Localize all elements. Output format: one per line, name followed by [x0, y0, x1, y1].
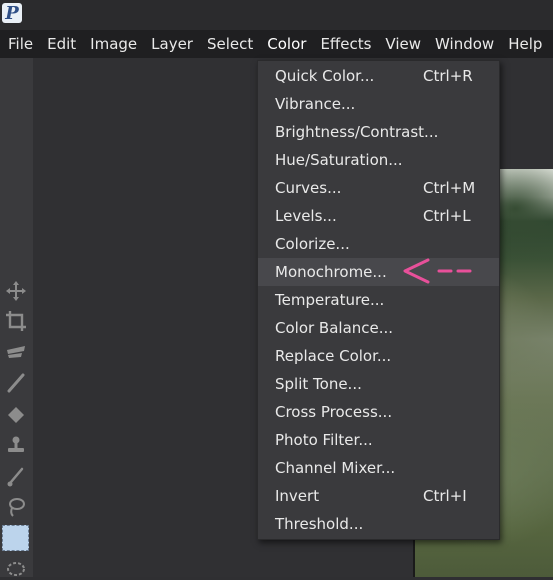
menu-color[interactable]: Color — [260, 30, 313, 58]
menu-item-levels[interactable]: Levels... Ctrl+L — [258, 202, 499, 230]
menu-item-label: Replace Color... — [275, 347, 392, 365]
menu-select[interactable]: Select — [200, 30, 260, 58]
menu-item-label: Quick Color... — [275, 67, 375, 85]
menu-item-shortcut: Ctrl+I — [423, 487, 467, 505]
rect-select-tool-icon[interactable] — [2, 525, 29, 551]
clone-stamp-tool-icon[interactable] — [5, 434, 27, 456]
menu-item-cross-process[interactable]: Cross Process... — [258, 398, 499, 426]
menu-file[interactable]: File — [0, 30, 40, 58]
menu-item-label: Invert — [275, 487, 320, 505]
menu-item-label: Levels... — [275, 207, 337, 225]
menu-item-vibrance[interactable]: Vibrance... — [258, 90, 499, 118]
menu-item-label: Photo Filter... — [275, 431, 373, 449]
menu-item-label: Color Balance... — [275, 319, 394, 337]
menu-item-quick-color[interactable]: Quick Color... Ctrl+R — [258, 62, 499, 90]
menu-effects[interactable]: Effects — [313, 30, 378, 58]
menu-item-photo-filter[interactable]: Photo Filter... — [258, 426, 499, 454]
menu-item-threshold[interactable]: Threshold... — [258, 510, 499, 538]
menu-item-label: Brightness/Contrast... — [275, 123, 439, 141]
eraser-tool-icon[interactable] — [5, 403, 27, 425]
app-logo-icon: P — [2, 3, 22, 24]
pencil-tool-icon[interactable] — [5, 372, 27, 394]
menu-item-label: Curves... — [275, 179, 342, 197]
brush-stroke-tool-icon[interactable] — [5, 342, 27, 364]
tool-panel — [0, 58, 33, 577]
menu-edit[interactable]: Edit — [40, 30, 83, 58]
menu-item-split-tone[interactable]: Split Tone... — [258, 370, 499, 398]
menu-item-color-balance[interactable]: Color Balance... — [258, 314, 499, 342]
menu-item-colorize[interactable]: Colorize... — [258, 230, 499, 258]
menu-item-shortcut: Ctrl+R — [423, 67, 473, 85]
menu-item-label: Split Tone... — [275, 375, 362, 393]
menu-window[interactable]: Window — [428, 30, 501, 58]
color-menu-dropdown: Quick Color... Ctrl+R Vibrance... Bright… — [257, 60, 500, 540]
smudge-tool-icon[interactable] — [5, 466, 27, 488]
pink-dashed-arrow-icon — [400, 258, 474, 284]
menu-item-label: Channel Mixer... — [275, 459, 396, 477]
menu-item-label: Vibrance... — [275, 95, 356, 113]
menu-item-curves[interactable]: Curves... Ctrl+M — [258, 174, 499, 202]
menu-item-hue-saturation[interactable]: Hue/Saturation... — [258, 146, 499, 174]
menu-item-shortcut: Ctrl+M — [423, 179, 476, 197]
menu-item-invert[interactable]: Invert Ctrl+I — [258, 482, 499, 510]
menu-item-temperature[interactable]: Temperature... — [258, 286, 499, 314]
lasso-tool-icon[interactable] — [5, 496, 27, 518]
menu-item-label: Colorize... — [275, 235, 350, 253]
menu-help[interactable]: Help — [501, 30, 549, 58]
menu-item-replace-color[interactable]: Replace Color... — [258, 342, 499, 370]
menu-image[interactable]: Image — [83, 30, 144, 58]
crop-tool-icon[interactable] — [5, 310, 27, 332]
menu-item-label: Monochrome... — [275, 263, 387, 281]
menu-item-channel-mixer[interactable]: Channel Mixer... — [258, 454, 499, 482]
menu-item-label: Temperature... — [275, 291, 385, 309]
menu-item-label: Threshold... — [275, 515, 364, 533]
menu-item-brightness-contrast[interactable]: Brightness/Contrast... — [258, 118, 499, 146]
menu-bar: File Edit Image Layer Select Color Effec… — [0, 30, 553, 58]
menu-layer[interactable]: Layer — [144, 30, 200, 58]
move-tool-icon[interactable] — [5, 280, 27, 302]
menu-item-label: Hue/Saturation... — [275, 151, 403, 169]
menu-view[interactable]: View — [378, 30, 428, 58]
menu-item-label: Cross Process... — [275, 403, 393, 421]
menu-item-shortcut: Ctrl+L — [423, 207, 471, 225]
title-bar: P — [0, 0, 553, 30]
